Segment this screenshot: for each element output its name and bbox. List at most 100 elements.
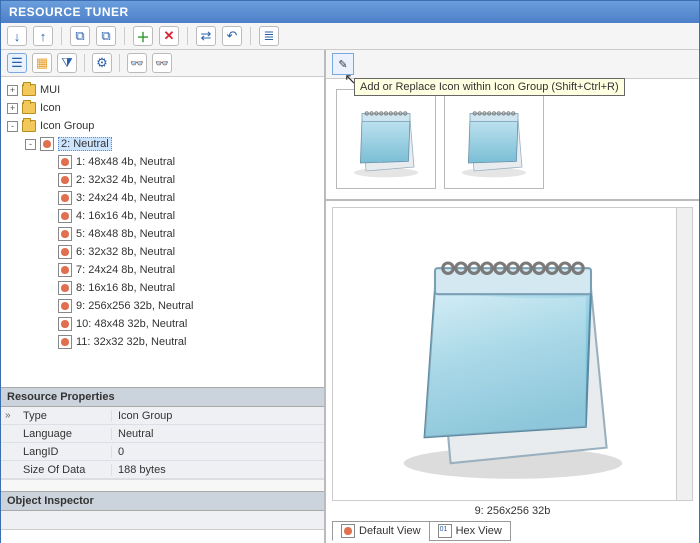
tree-spacer — [43, 175, 54, 186]
resource-tree[interactable]: +MUI+Icon-Icon Group-2: Neutral1: 48x48 … — [1, 77, 324, 387]
tree-item[interactable]: 1: 48x48 4b, Neutral — [3, 153, 322, 171]
copy-button[interactable]: ⧉ — [70, 26, 90, 46]
property-row: »TypeIcon Group — [1, 407, 324, 425]
tree-item[interactable]: 9: 256x256 32b, Neutral — [3, 297, 322, 315]
resource-icon — [40, 137, 54, 151]
resource-icon — [58, 245, 72, 259]
tree-spacer — [43, 247, 54, 258]
remove-button[interactable]: ✕ — [159, 26, 179, 46]
resource-icon — [58, 155, 72, 169]
download-button[interactable]: ↓ — [7, 26, 27, 46]
separator — [119, 54, 120, 72]
thumbnail[interactable] — [336, 89, 436, 189]
view-tabs: Default View Hex View — [326, 521, 699, 543]
tree-item-label: 11: 32x32 32b, Neutral — [76, 336, 186, 348]
property-key: Type — [1, 410, 111, 422]
tree-spacer — [43, 283, 54, 294]
tree-item[interactable]: 10: 48x48 32b, Neutral — [3, 315, 322, 333]
tree-item-label: 10: 48x48 32b, Neutral — [76, 318, 187, 330]
thumbnail[interactable] — [444, 89, 544, 189]
upload-button[interactable]: ↑ — [33, 26, 53, 46]
tree-item-label: 9: 256x256 32b, Neutral — [76, 300, 193, 312]
tree-item[interactable]: 8: 16x16 8b, Neutral — [3, 279, 322, 297]
resource-icon — [58, 209, 72, 223]
separator — [187, 27, 188, 45]
property-value: 188 bytes — [111, 464, 324, 476]
tab-default-view[interactable]: Default View — [332, 521, 430, 541]
resource-icon — [58, 227, 72, 241]
folder-icon — [22, 102, 36, 114]
tree-item-label: Icon Group — [40, 120, 94, 132]
collapse-icon[interactable]: - — [7, 121, 18, 132]
tree-view-button[interactable]: ☰ — [7, 53, 27, 73]
separator — [84, 54, 85, 72]
image-view-button[interactable]: ▦ — [32, 53, 52, 73]
vertical-scrollbar[interactable] — [676, 208, 692, 500]
property-value: Icon Group — [111, 410, 324, 422]
tree-item-label: 8: 16x16 8b, Neutral — [76, 282, 175, 294]
tree-item-label: MUI — [40, 84, 60, 96]
add-button[interactable]: ＋ — [133, 26, 153, 46]
tree-item-label: 4: 16x16 4b, Neutral — [76, 210, 175, 222]
tab-hex-view[interactable]: Hex View — [429, 521, 511, 541]
tree-item-label: 7: 24x24 8b, Neutral — [76, 264, 175, 276]
tree-item[interactable]: 7: 24x24 8b, Neutral — [3, 261, 322, 279]
tree-spacer — [43, 301, 54, 312]
transform-button[interactable]: ⇄ — [196, 26, 216, 46]
notepad-icon — [454, 99, 534, 179]
tree-item[interactable]: 11: 32x32 32b, Neutral — [3, 333, 322, 351]
tree-spacer — [43, 319, 54, 330]
tree-item[interactable]: 5: 48x48 8b, Neutral — [3, 225, 322, 243]
right-toolbar: ✎ ↖ Add or Replace Icon within Icon Grou… — [326, 50, 699, 79]
collapse-icon[interactable]: - — [25, 139, 36, 150]
tree-item[interactable]: - 2: Neutral — [3, 135, 322, 153]
resource-icon — [58, 317, 72, 331]
hex-view-icon — [438, 524, 452, 538]
tree-item[interactable]: 4: 16x16 4b, Neutral — [3, 207, 322, 225]
tree-item[interactable]: 2: 32x32 4b, Neutral — [3, 171, 322, 189]
settings-button[interactable]: ⚙ — [92, 53, 112, 73]
thumbnail-strip — [326, 79, 699, 201]
tree-spacer — [43, 337, 54, 348]
expand-icon[interactable]: + — [7, 103, 18, 114]
notepad-icon — [346, 99, 426, 179]
tree-item[interactable]: + MUI — [3, 81, 322, 99]
expand-icon[interactable]: + — [7, 85, 18, 96]
resource-properties: »TypeIcon GroupLanguageNeutralLangID0Siz… — [1, 407, 324, 479]
property-key: LangID — [1, 446, 111, 458]
window-title: RESOURCE TUNER — [1, 1, 699, 23]
tooltip: Add or Replace Icon within Icon Group (S… — [354, 78, 625, 96]
preview-pane: 9: 256x256 32b Default View Hex View — [326, 201, 699, 543]
tree-item-label: 6: 32x32 8b, Neutral — [76, 246, 175, 258]
property-value: 0 — [111, 446, 324, 458]
tree-item[interactable]: 3: 24x24 4b, Neutral — [3, 189, 322, 207]
resource-properties-header: Resource Properties — [1, 387, 324, 407]
tree-item-label: 2: Neutral — [58, 137, 112, 151]
tree-item-label: 3: 24x24 4b, Neutral — [76, 192, 175, 204]
preview-image — [332, 207, 693, 501]
copy2-button[interactable]: ⧉ — [96, 26, 116, 46]
tree-spacer — [43, 229, 54, 240]
main-toolbar: ↓ ↑ ⧉ ⧉ ＋ ✕ ⇄ ↶ ≣ — [1, 23, 699, 50]
notepad-icon — [383, 224, 643, 484]
preview-caption: 9: 256x256 32b — [326, 503, 699, 521]
list-button[interactable]: ≣ — [259, 26, 279, 46]
property-key: Size Of Data — [1, 464, 111, 476]
resource-icon — [58, 191, 72, 205]
undo-button[interactable]: ↶ — [222, 26, 242, 46]
tree-item-label: 2: 32x32 4b, Neutral — [76, 174, 175, 186]
property-row: Size Of Data188 bytes — [1, 461, 324, 479]
resource-icon — [58, 263, 72, 277]
find-button[interactable]: 👓 — [127, 53, 147, 73]
tab-label: Hex View — [456, 525, 502, 537]
tree-spacer — [43, 211, 54, 222]
find-next-button[interactable]: 👓 — [152, 53, 172, 73]
tree-item[interactable]: 6: 32x32 8b, Neutral — [3, 243, 322, 261]
chevron-right-icon: » — [5, 410, 11, 421]
tree-item[interactable]: - Icon Group — [3, 117, 322, 135]
tree-item[interactable]: +Icon — [3, 99, 322, 117]
resource-icon — [58, 299, 72, 313]
property-value: Neutral — [111, 428, 324, 440]
add-replace-icon-button[interactable]: ✎ — [332, 53, 354, 75]
filter-button[interactable]: ⧩ — [57, 53, 77, 73]
